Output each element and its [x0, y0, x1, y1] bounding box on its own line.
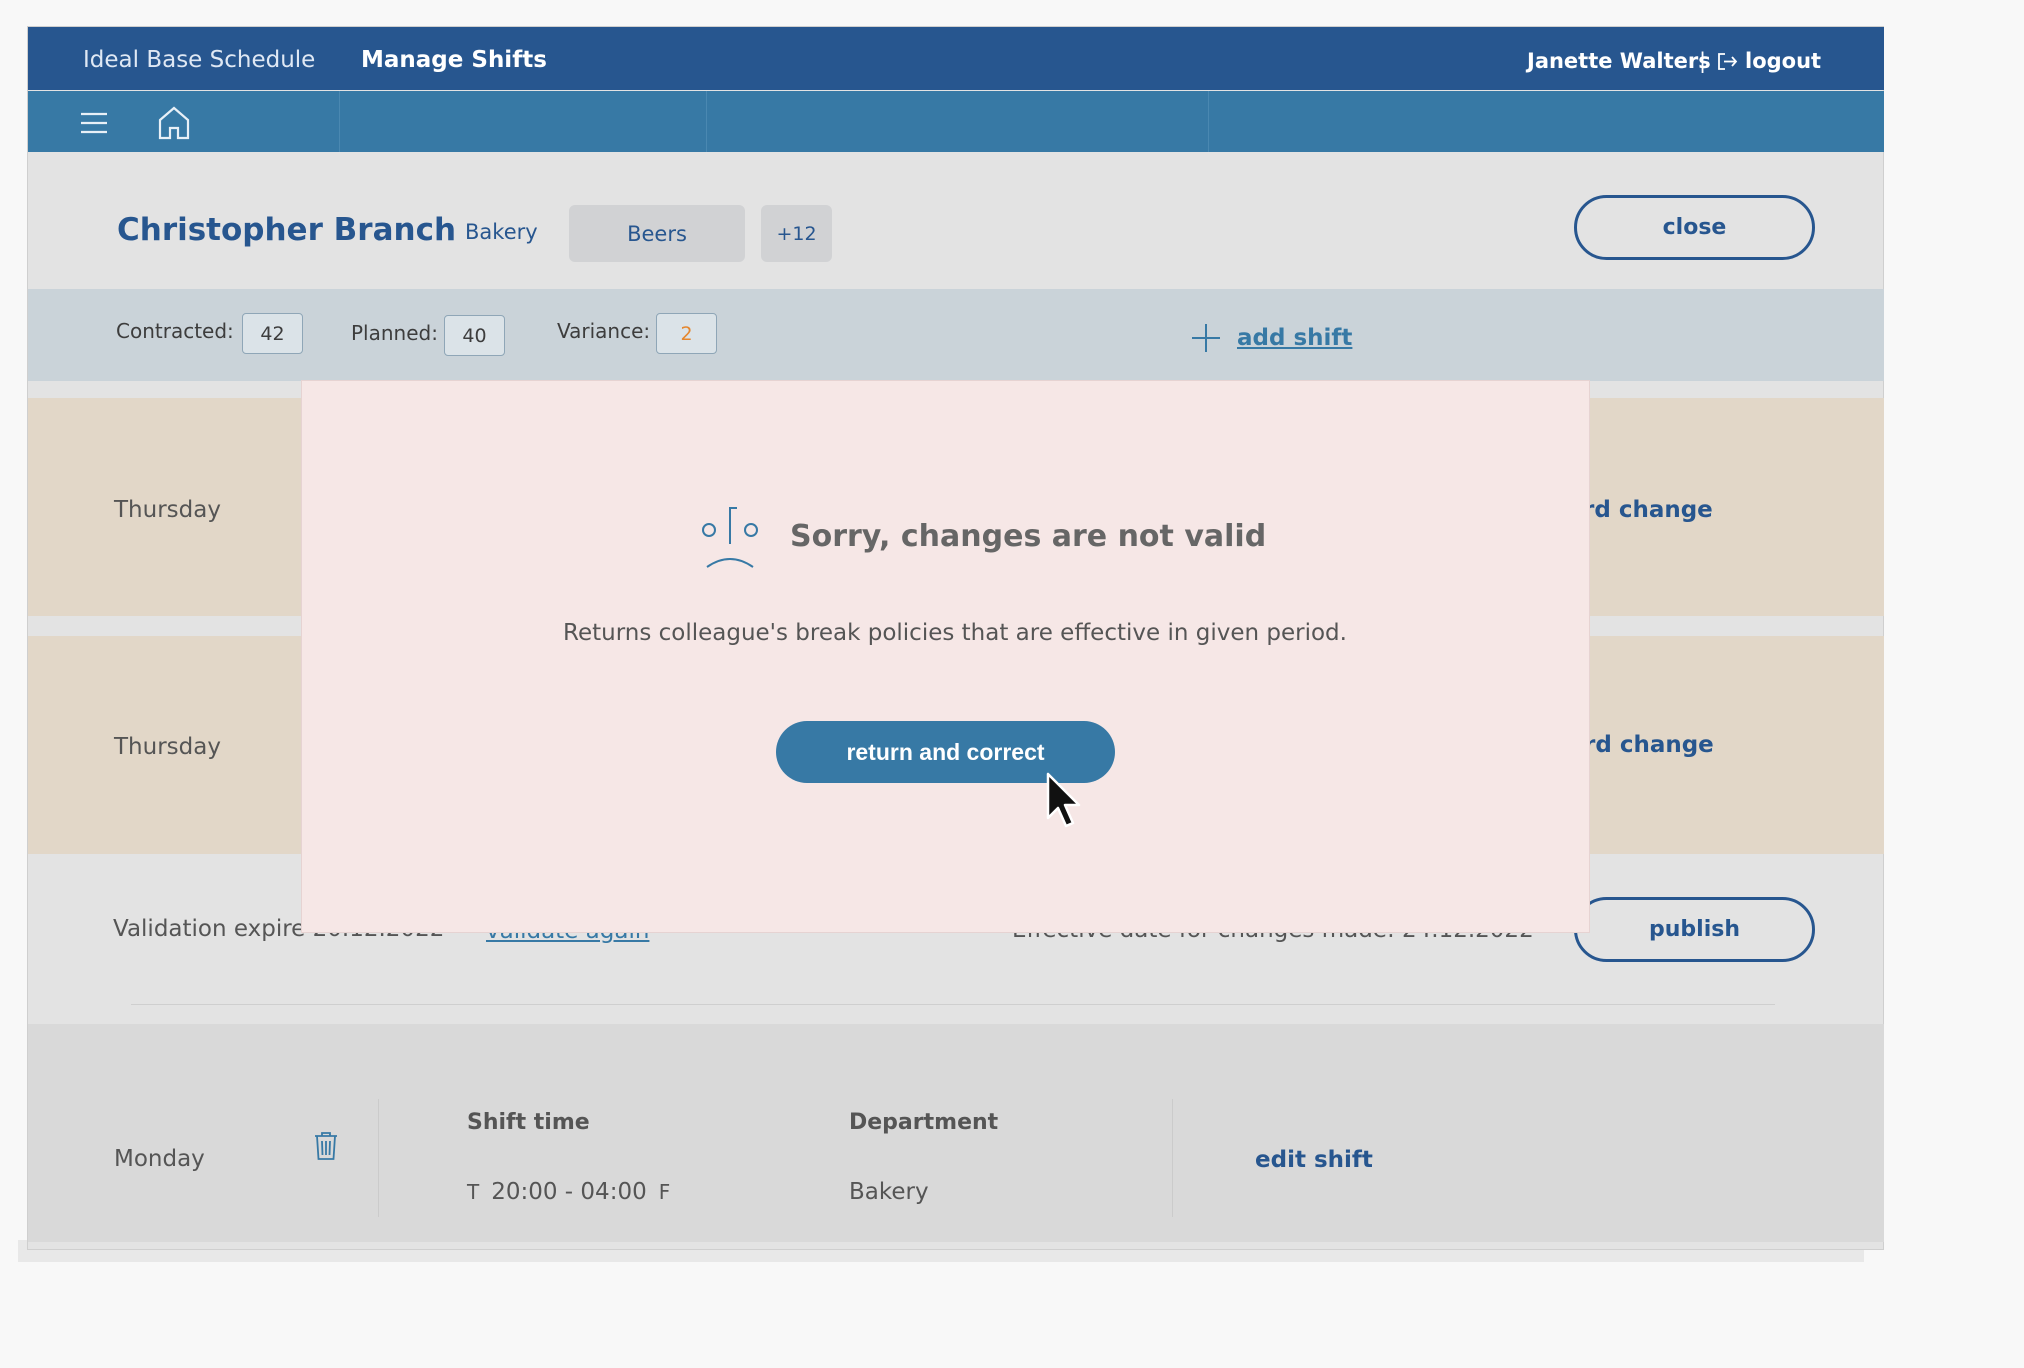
app-title[interactable]: Ideal Base Schedule — [83, 47, 315, 73]
more-tags-pill[interactable]: +12 — [761, 205, 832, 262]
plus-icon — [1192, 324, 1220, 352]
shift-time-prefix: T — [467, 1180, 480, 1204]
stats-band — [28, 289, 1884, 381]
nav-divider — [339, 91, 340, 152]
close-button[interactable]: close — [1574, 195, 1815, 260]
variance-label: Variance: — [557, 319, 651, 343]
nav-divider — [706, 91, 707, 152]
error-modal — [301, 380, 1590, 933]
department-header: Department — [849, 1110, 999, 1135]
variance-value: 2 — [656, 313, 717, 354]
row-day: Thursday — [114, 734, 221, 760]
logout-label: logout — [1745, 49, 1822, 73]
edit-shift-button[interactable]: edit shift — [1255, 1147, 1373, 1173]
home-icon[interactable] — [157, 105, 191, 141]
contracted-value: 42 — [242, 313, 303, 354]
planned-value: 40 — [444, 315, 505, 356]
employee-name: Christopher Branch — [117, 212, 457, 248]
logout-icon — [1718, 52, 1738, 70]
mouse-cursor-icon — [1046, 772, 1081, 828]
tag-pill[interactable]: Beers — [569, 205, 745, 262]
column-divider — [378, 1099, 379, 1217]
employee-department: Bakery — [465, 220, 538, 244]
add-shift-button[interactable]: add shift — [1191, 323, 1352, 353]
discard-change-button[interactable]: rd change — [1584, 732, 1714, 758]
contracted-label: Contracted: — [116, 319, 234, 343]
column-divider — [1172, 1099, 1173, 1217]
section-title[interactable]: Manage Shifts — [361, 47, 547, 73]
shift-time-range: 20:00 - 04:00 — [491, 1179, 647, 1205]
sad-face-icon — [702, 507, 758, 568]
trash-icon[interactable] — [314, 1131, 338, 1161]
nav-bar — [28, 91, 1884, 152]
shift-day: Monday — [114, 1146, 205, 1172]
department-value: Bakery — [849, 1179, 929, 1205]
shift-time-suffix: F — [658, 1180, 671, 1204]
top-bar: Ideal Base Schedule Manage Shifts Janett… — [28, 27, 1884, 90]
hamburger-menu-icon[interactable] — [80, 111, 108, 135]
logout-button[interactable]: logout — [1717, 49, 1821, 73]
header-separator: | — [1699, 49, 1707, 73]
modal-message: Returns colleague's break policies that … — [563, 620, 1347, 646]
shift-time-header: Shift time — [467, 1110, 590, 1135]
shift-time-value: T 20:00 - 04:00 F — [467, 1179, 670, 1205]
user-name: Janette Walters — [1527, 49, 1711, 73]
divider — [131, 1004, 1775, 1005]
nav-divider — [1208, 91, 1209, 152]
add-shift-label: add shift — [1237, 325, 1353, 351]
publish-button[interactable]: publish — [1574, 897, 1815, 962]
modal-title: Sorry, changes are not valid — [790, 519, 1267, 554]
discard-change-button[interactable]: rd change — [1583, 497, 1713, 523]
row-day: Thursday — [114, 497, 221, 523]
planned-label: Planned: — [351, 321, 438, 345]
